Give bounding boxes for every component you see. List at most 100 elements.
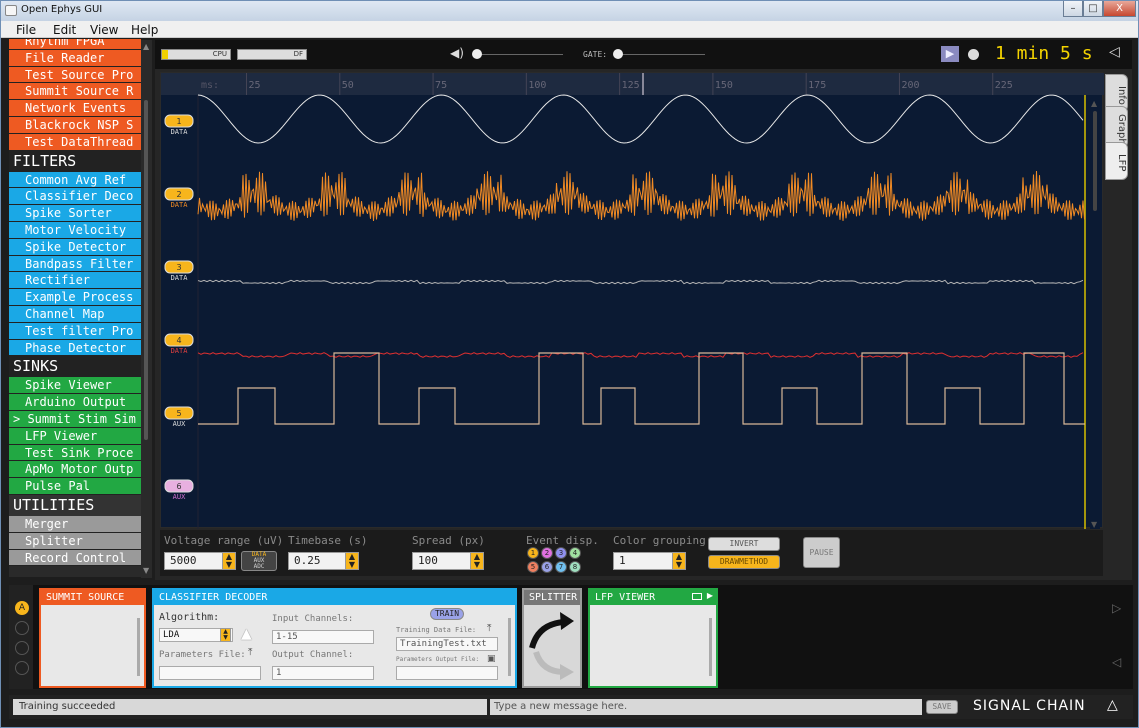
sidebar-item-utility-2[interactable]: Record Control — [9, 549, 141, 567]
splitter-editor[interactable]: SPLITTER — [522, 588, 582, 688]
menu-help[interactable]: Help — [131, 23, 158, 37]
train-button[interactable]: TRAIN — [430, 608, 464, 620]
splitter-title[interactable]: SPLITTER — [524, 590, 580, 605]
training-upload-icon[interactable]: ⤒ — [487, 623, 491, 634]
sidebar-item-utility-1[interactable]: Splitter — [9, 532, 141, 550]
sidebar-item-sink-2[interactable]: > Summit Stim Sim — [9, 410, 141, 428]
type-adc-label[interactable]: ADC — [254, 563, 265, 570]
utilities-header[interactable]: UTILITIES — [9, 494, 141, 516]
spread-arrows[interactable]: ▲ ▼ — [470, 552, 484, 570]
filters-header[interactable]: FILTERS — [9, 150, 141, 172]
event-channel-button[interactable]: 5 — [527, 561, 539, 573]
scroll-down-icon[interactable]: ▼ — [143, 566, 149, 575]
training-file-field[interactable]: TrainingTest.txt — [396, 637, 498, 651]
sidebar-item-source-1[interactable]: File Reader — [9, 49, 141, 67]
sidebar-item-sink-1[interactable]: Arduino Output — [9, 394, 141, 411]
sidebar-item-filter-1[interactable]: Classifier Deco — [9, 188, 141, 206]
sidebar-item-utility-0[interactable]: Merger — [9, 515, 141, 533]
splitter-arrow-icon[interactable] — [524, 606, 580, 686]
color-grouping-select[interactable]: 1 — [613, 552, 675, 570]
timebase-arrows[interactable]: ▲ ▼ — [345, 552, 359, 570]
input-channels-field[interactable]: 1-15 — [272, 630, 374, 644]
signal-chain-label[interactable]: SIGNAL CHAIN — [973, 698, 1086, 714]
signal-chain-empty-1[interactable] — [15, 621, 29, 635]
editor-scrollbar[interactable] — [137, 618, 140, 676]
scroll-up-icon[interactable]: ▲ — [143, 42, 149, 51]
save-file-icon[interactable]: ▣ — [487, 654, 496, 664]
pause-button[interactable]: PAUSE — [803, 537, 840, 568]
sidebar-item-filter-4[interactable]: Spike Detector — [9, 238, 141, 256]
channel-type-toggle[interactable]: DATA AUX ADC — [241, 551, 277, 571]
menu-edit[interactable]: Edit — [53, 23, 76, 37]
scrollbar-thumb[interactable] — [144, 100, 148, 440]
summit-source-title[interactable]: SUMMIT SOURCE — [41, 590, 144, 605]
sidebar-item-filter-9[interactable]: Test filter Pro — [9, 322, 141, 340]
signal-chain-toggle-icon[interactable]: △ — [1107, 697, 1118, 713]
editor-scrollbar[interactable] — [508, 618, 511, 676]
sidebar-item-source-0[interactable]: Rhythm FPGA — [9, 39, 141, 50]
gate-slider-track[interactable] — [615, 54, 705, 55]
menu-view[interactable]: View — [90, 23, 118, 37]
classifier-decoder-editor[interactable]: CLASSIFIER DECODER Algorithm: LDA ▲ ▼ ▲ P… — [152, 588, 517, 688]
sidebar-item-sink-3[interactable]: LFP Viewer — [9, 427, 141, 445]
sidebar-item-filter-3[interactable]: Motor Velocity — [9, 221, 141, 239]
event-channel-button[interactable]: 8 — [569, 561, 581, 573]
event-channel-button[interactable]: 6 — [541, 561, 553, 573]
editor-scrollbar[interactable] — [709, 618, 712, 676]
sidebar-item-source-5[interactable]: Blackrock NSP S — [9, 116, 141, 134]
triangle-icon[interactable]: ▲ — [241, 626, 252, 642]
sidebar-item-source-2[interactable]: Test Source Pro — [9, 66, 141, 84]
maximize-button[interactable]: □ — [1083, 1, 1103, 17]
event-channel-button[interactable]: 1 — [527, 547, 539, 559]
signal-chain-empty-2[interactable] — [15, 641, 29, 655]
sidebar-item-filter-6[interactable]: Rectifier — [9, 272, 141, 290]
output-channel-field[interactable]: 1 — [272, 666, 374, 680]
volume-slider-track[interactable] — [473, 54, 563, 55]
minimize-button[interactable]: – — [1063, 1, 1083, 17]
window-icon[interactable] — [692, 593, 702, 600]
parameters-file-field[interactable] — [159, 666, 261, 680]
sidebar-item-filter-5[interactable]: Bandpass Filter — [9, 255, 141, 273]
collapse-panel-icon[interactable]: ◁ — [1109, 44, 1120, 60]
event-channel-button[interactable]: 4 — [569, 547, 581, 559]
color-grouping-arrows[interactable]: ▲ ▼ — [672, 552, 686, 570]
event-channel-button[interactable]: 3 — [555, 547, 567, 559]
sidebar-item-sink-6[interactable]: Pulse Pal — [9, 478, 141, 495]
invert-button[interactable]: INVERT — [708, 537, 780, 551]
drawmethod-button[interactable]: DRAWMETHOD — [708, 555, 780, 569]
processor-list-scrollbar[interactable]: ▲ ▼ — [141, 40, 152, 578]
menu-file[interactable]: File — [16, 23, 36, 37]
gate-slider-handle[interactable] — [613, 49, 623, 59]
sidebar-item-filter-10[interactable]: Phase Detector — [9, 339, 141, 357]
sidebar-item-source-3[interactable]: Summit Source R — [9, 83, 141, 101]
summit-source-editor[interactable]: SUMMIT SOURCE — [39, 588, 146, 688]
editor-scroll-left-icon[interactable]: ◁ — [1112, 655, 1121, 669]
record-button[interactable] — [968, 49, 979, 60]
classifier-decoder-title[interactable]: CLASSIFIER DECODER — [154, 590, 515, 605]
algorithm-arrows[interactable]: ▲ ▼ — [220, 628, 231, 642]
sidebar-item-filter-0[interactable]: Common Avg Ref — [9, 171, 141, 189]
voltage-range-select[interactable]: 5000 — [164, 552, 226, 570]
sinks-header[interactable]: SINKS — [9, 356, 141, 378]
tab-lfp[interactable]: LFP — [1105, 142, 1128, 180]
close-button[interactable]: X — [1103, 1, 1136, 17]
lfp-viewer-editor[interactable]: LFP VIEWER ▶ — [588, 588, 718, 688]
sidebar-item-sink-0[interactable]: Spike Viewer — [9, 377, 141, 395]
sidebar-item-filter-8[interactable]: Channel Map — [9, 305, 141, 323]
voltage-range-arrows[interactable]: ▲ ▼ — [222, 552, 236, 570]
signal-chain-empty-3[interactable] — [15, 661, 29, 675]
editor-scroll-right-icon[interactable]: ▷ — [1112, 601, 1121, 615]
timebase-select[interactable]: 0.25 — [288, 552, 348, 570]
event-channel-button[interactable]: 7 — [555, 561, 567, 573]
speaker-icon[interactable]: ◀) — [450, 46, 464, 60]
params-output-field[interactable] — [396, 666, 498, 680]
sidebar-item-sink-4[interactable]: Test Sink Proce — [9, 444, 141, 462]
upload-icon[interactable]: ⤒ — [248, 647, 252, 658]
volume-slider-handle[interactable] — [472, 49, 482, 59]
signal-chain-a[interactable]: A — [15, 601, 29, 615]
save-message-button[interactable]: SAVE — [926, 700, 958, 714]
sidebar-item-filter-2[interactable]: Spike Sorter — [9, 205, 141, 222]
sidebar-item-sink-5[interactable]: ApMo Motor Outp — [9, 461, 141, 479]
tab-arrow-icon[interactable]: ▶ — [707, 591, 713, 600]
sidebar-item-filter-7[interactable]: Example Process — [9, 289, 141, 306]
